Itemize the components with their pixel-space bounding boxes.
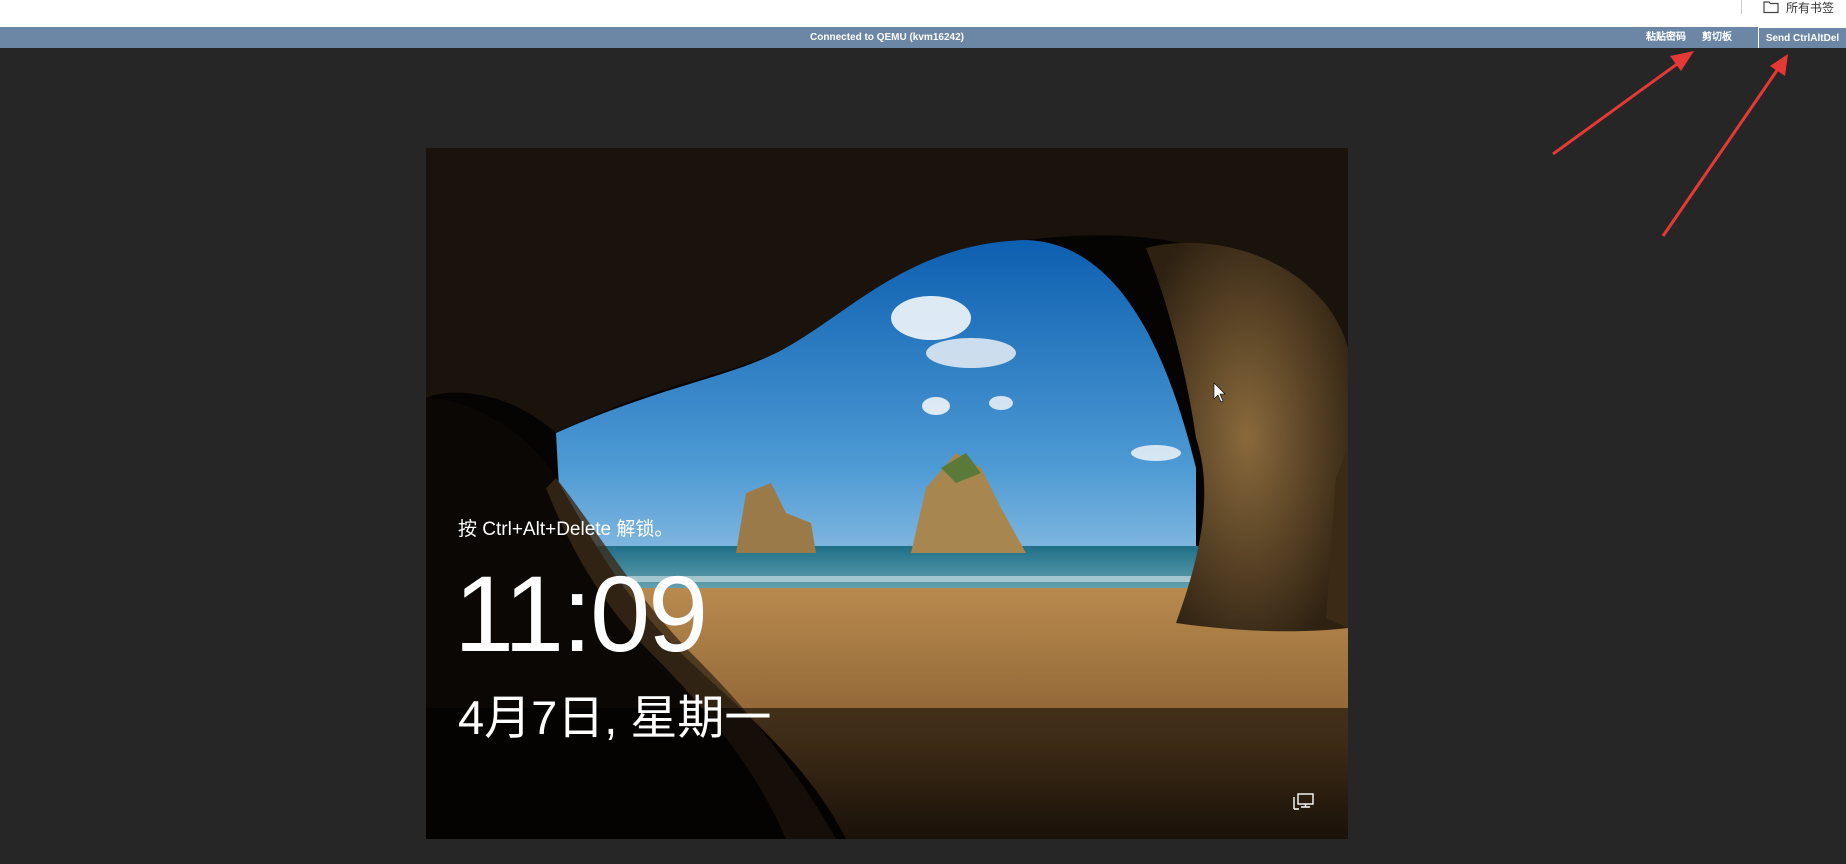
unlock-hint: 按 Ctrl+Alt+Delete 解锁。 — [458, 519, 674, 540]
vnc-toolbar: Connected to QEMU (kvm16242) 粘贴密码 剪切板 Se… — [0, 27, 1846, 48]
arrow-to-paste-clipboard — [1552, 51, 1694, 156]
folder-icon — [1763, 1, 1779, 14]
paste-password-button[interactable]: 粘贴密码 — [1646, 27, 1686, 48]
remote-screen[interactable]: 按 Ctrl+Alt+Delete 解锁。 11:09 4月7日, 星期一 — [426, 148, 1348, 839]
clipboard-button[interactable]: 剪切板 — [1702, 27, 1732, 48]
browser-bookmarks-strip: 所有书签 — [0, 0, 1846, 27]
all-bookmarks[interactable]: 所有书签 — [1740, 0, 1834, 15]
all-bookmarks-label: 所有书签 — [1785, 0, 1834, 15]
send-ctrl-alt-del-button[interactable]: Send CtrlAltDel — [1758, 27, 1846, 48]
connection-status: Connected to QEMU (kvm16242) — [810, 32, 964, 43]
network-icon[interactable] — [1293, 792, 1315, 812]
lock-screen-date: 4月7日, 星期一 — [458, 691, 772, 744]
lock-screen-time: 11:09 — [454, 553, 708, 674]
bookmarks-divider — [1740, 0, 1742, 14]
arrow-to-send-cad — [1661, 54, 1788, 237]
